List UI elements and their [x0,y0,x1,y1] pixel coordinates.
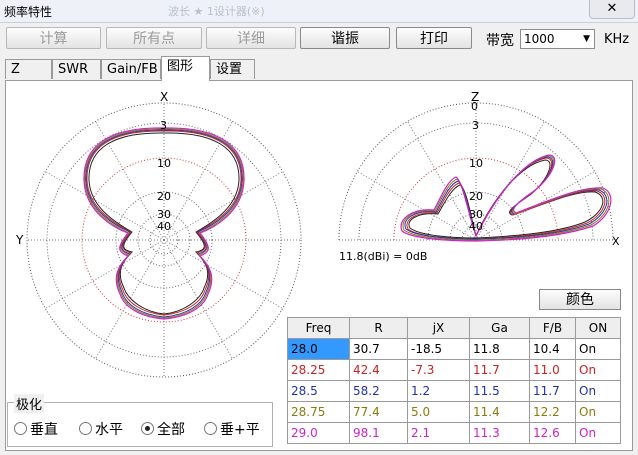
col-header-r[interactable]: R [349,317,408,339]
cell-freq[interactable]: 28.5 [287,380,350,402]
cell-r[interactable]: 30.7 [349,338,408,360]
cell-freq[interactable]: 28.0 [287,338,350,360]
radio-horizontal-label: 水平 [95,422,123,438]
cell-freq[interactable]: 28.25 [287,359,350,381]
table-row[interactable]: 28.0 30.7 -18.5 11.8 10.4 On [287,338,621,360]
table-row[interactable]: 28.5 58.2 1.2 11.5 11.7 On [287,380,621,402]
cell-jx[interactable]: 1.2 [407,380,470,402]
cell-fb[interactable]: 11.7 [529,380,576,402]
cell-r[interactable]: 42.4 [349,359,408,381]
cell-freq[interactable]: 28.75 [287,401,350,423]
tab-graph[interactable]: 图形 [161,56,210,81]
col-header-freq[interactable]: Freq [287,317,350,339]
col-header-fb[interactable]: F/B [529,317,576,339]
table-header-row: Freq R jX Ga F/B ON [287,317,621,339]
elevation-grid-spoke [475,121,545,241]
cell-jx[interactable]: -7.3 [407,359,470,381]
cell-ga[interactable]: 11.8 [469,338,530,360]
elev-ring-label-3: 3 [472,119,479,132]
elev-ring-label-10: 10 [469,157,483,170]
cell-jx[interactable]: -18.5 [407,338,470,360]
table-row[interactable]: 28.75 77.4 5.0 11.4 12.2 On [287,401,621,423]
cell-fb[interactable]: 10.4 [529,338,576,360]
elevation-zero-label: 0 [471,100,478,113]
cell-ga[interactable]: 11.3 [469,422,530,444]
cell-fb[interactable]: 12.2 [529,401,576,423]
cell-fb[interactable]: 11.0 [529,359,576,381]
radio-dot-vertical [14,422,27,435]
cell-ga[interactable]: 11.4 [469,401,530,423]
elev-ring-label-20: 20 [469,190,483,203]
cell-on[interactable]: On [575,338,621,360]
cell-ga[interactable]: 11.7 [469,359,530,381]
radio-vertical[interactable]: 垂直 [14,419,58,439]
radio-horizontal[interactable]: 水平 [79,419,123,439]
radio-vertical-plus-horizontal[interactable]: 垂+平 [204,419,260,439]
cell-r[interactable]: 77.4 [349,401,408,423]
col-header-ga[interactable]: Ga [469,317,530,339]
table-row[interactable]: 29.0 98.1 2.1 11.3 12.6 On [287,422,621,444]
cell-freq[interactable]: 29.0 [287,422,350,444]
elevation-grid-spoke [407,121,477,241]
radio-dot-all [141,422,154,435]
cell-on[interactable]: On [575,380,621,402]
cell-fb[interactable]: 12.6 [529,422,576,444]
elevation-grid-spoke [357,171,477,241]
col-header-jx[interactable]: jX [407,317,470,339]
polarization-group: 极化 垂直 水平 全部 垂+平 [7,394,273,447]
cell-jx[interactable]: 2.1 [407,422,470,444]
results-table: Freq R jX Ga F/B ON 28.0 30.7 -18.5 11.8 10.… [287,317,621,444]
radio-dot-horizontal [79,422,92,435]
elev-ring-label-40: 40 [469,220,483,233]
polarization-group-label: 极化 [14,394,45,413]
radio-vertical-plus-horizontal-label: 垂+平 [220,422,260,438]
radio-dot-vertical-plus-horizontal [204,422,217,435]
cell-on[interactable]: On [575,422,621,444]
reference-gain-note: 11.8(dBi) = 0dB [339,250,428,263]
radio-all-label: 全部 [157,422,185,438]
radio-all[interactable]: 全部 [141,419,185,439]
elevation-side-label: X [612,235,620,248]
cell-ga[interactable]: 11.5 [469,380,530,402]
cell-jx[interactable]: 5.0 [407,401,470,423]
cell-on[interactable]: On [575,359,621,381]
cell-on[interactable]: On [575,401,621,423]
elev-trace-28-25 [406,157,606,240]
color-button[interactable]: 颜色 [539,289,621,310]
cell-r[interactable]: 58.2 [349,380,408,402]
table-row[interactable]: 28.25 42.4 -7.3 11.7 11.0 On [287,359,621,381]
elev-trace-28-0 [408,159,604,239]
radio-vertical-label: 垂直 [30,422,58,438]
col-header-on[interactable]: ON [575,317,621,339]
cell-r[interactable]: 98.1 [349,422,408,444]
